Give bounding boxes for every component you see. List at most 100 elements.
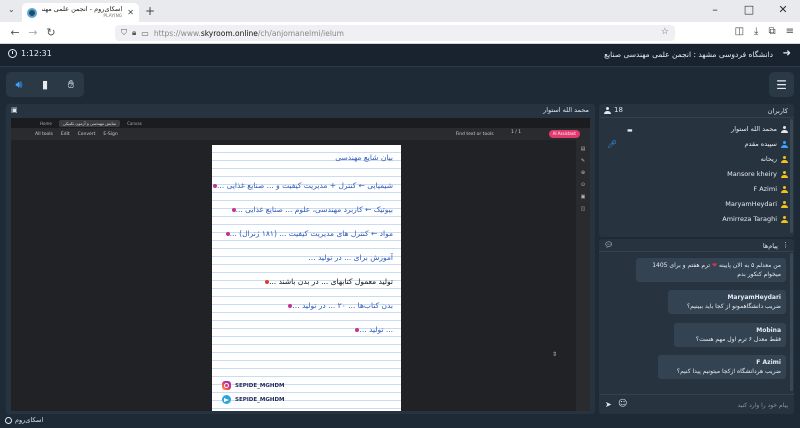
participant-name: محمد الله استوار bbox=[731, 125, 777, 133]
user-icon bbox=[781, 170, 788, 178]
emoji-icon[interactable]: ☺ bbox=[618, 399, 627, 409]
shared-tool-icon: ▣ bbox=[580, 194, 586, 200]
shared-page-label: 1 / 1 bbox=[511, 130, 522, 135]
telegram-handle: SEPIDE_MGHDM bbox=[222, 395, 285, 404]
handwritten-line: بدن کتاب‌ها ... ۲۰ ... در تولید ... bbox=[285, 301, 393, 310]
shield-icon[interactable]: ⛉ bbox=[121, 28, 127, 38]
send-icon[interactable]: ➤ bbox=[605, 400, 612, 409]
participant-row[interactable]: F Azimi bbox=[753, 185, 788, 193]
chat-message: MaryamHeydari ضریب دانشگاهمونو از کجا با… bbox=[668, 290, 786, 314]
screen-share-panel: ▣ محمد الله استوار Home نمایش مهندسی و آ… bbox=[6, 104, 595, 414]
microphone-icon[interactable]: 🎤︎ bbox=[607, 140, 617, 149]
skyroom-favicon-icon bbox=[27, 7, 37, 18]
user-icon bbox=[781, 200, 788, 208]
shared-app-sidebar: ▤ ✎ ⊕ ⊙ ▣ ◫ bbox=[576, 140, 590, 411]
shared-find-text: Find text or tools bbox=[455, 131, 494, 137]
participants-panel: 18 کاربران ▬ 🎤︎ محمد الله استوار سپیده م… bbox=[599, 104, 794, 237]
participant-name: Amirreza Taraghi bbox=[722, 215, 777, 223]
download-icon[interactable]: ⤓ bbox=[754, 26, 758, 37]
clock-icon bbox=[8, 49, 17, 58]
participant-row[interactable]: Amirreza Taraghi bbox=[722, 215, 788, 223]
participants-title: کاربران bbox=[767, 107, 788, 115]
participant-row[interactable]: سپیده مقدم bbox=[745, 140, 788, 148]
url-text[interactable]: https://www.skyroom.online/ch/anjomanelm… bbox=[154, 29, 344, 38]
chat-message-input[interactable] bbox=[633, 398, 788, 412]
participant-name: ریحانه bbox=[760, 155, 777, 163]
chat-sender-name: F Azimi bbox=[756, 359, 781, 366]
forward-arrow-icon[interactable]: → bbox=[24, 26, 42, 39]
tab-title: اسکای‌روم - انجمن علمی مهندسی صنایع bbox=[42, 5, 123, 13]
shared-screen: Home نمایش مهندسی و آزمون تکنیکی Canvas … bbox=[11, 118, 590, 411]
heart-icon: ❤ bbox=[712, 262, 718, 269]
room-title: دانشگاه فردوسی مشهد : انجمن علمی مهندسی … bbox=[604, 50, 773, 59]
participants-scrollbar[interactable] bbox=[790, 119, 793, 233]
participant-name: Mansore kheiry bbox=[727, 170, 777, 178]
handwritten-line: آموزش برای ... در تولید ... bbox=[308, 253, 393, 262]
instagram-handle: SEPIDE_MGHDM bbox=[222, 381, 285, 390]
user-icon bbox=[781, 185, 788, 193]
shared-tool-icon: ⊙ bbox=[580, 182, 586, 188]
participant-row[interactable]: Mansore kheiry bbox=[727, 170, 788, 178]
participants-header: 18 کاربران bbox=[599, 104, 794, 118]
bookmark-star-icon[interactable]: ☆ bbox=[661, 27, 669, 37]
handwritten-line: ... تولید ... bbox=[352, 325, 393, 334]
media-permission-icon[interactable]: ▭ bbox=[141, 29, 149, 38]
tab-playing-label: PLAYING bbox=[103, 13, 123, 19]
maximize-icon[interactable]: □ bbox=[732, 0, 766, 22]
close-window-icon[interactable]: ✕ bbox=[766, 0, 800, 22]
reload-icon[interactable]: ↻ bbox=[42, 26, 60, 39]
shared-menu-item: Convert bbox=[77, 131, 96, 137]
participant-name: MaryamHeydari bbox=[725, 200, 777, 208]
chat-bubble-icon: 💬︎ bbox=[604, 241, 613, 249]
user-icon bbox=[781, 215, 788, 223]
pocket-icon[interactable]: ◫ bbox=[735, 26, 744, 37]
raise-hand-icon[interactable]: ✋︎ bbox=[62, 76, 80, 94]
window-controls: – □ ✕ bbox=[698, 0, 800, 22]
handwritten-line: بیوتیک ← کاربرد مهندسی، علوم ... صنایع غ… bbox=[229, 205, 393, 214]
handwritten-line: بیان شایع مهندسی bbox=[335, 153, 393, 162]
browser-tab[interactable]: اسکای‌روم - انجمن علمی مهندسی صنایع PLAY… bbox=[22, 3, 139, 22]
file-icon[interactable]: ▮ bbox=[36, 76, 54, 94]
close-tab-icon[interactable]: ✕ bbox=[127, 8, 134, 17]
extensions-icon[interactable]: ⧉ bbox=[768, 26, 775, 37]
chat-panel: 💬︎ پیام‌ها ⋮ من معدلم ۵ به الان پایینه ❤… bbox=[599, 239, 794, 414]
chat-message: Mobina فقط معدل ۶ ترم اول مهم هست؟ bbox=[674, 323, 786, 347]
chat-message-text: ضریب دانشگاهمونو از کجا باید ببینیم؟ bbox=[686, 303, 781, 310]
speaker-icon[interactable]: 🔊︎ bbox=[10, 76, 28, 94]
shared-menu-item: E-Sign bbox=[103, 131, 118, 137]
media-tool-group: 🔊︎ ▮ ✋︎ bbox=[6, 72, 84, 97]
tab-list-dropdown-icon[interactable]: ⌄ bbox=[8, 5, 15, 14]
more-options-icon[interactable]: ⋮ bbox=[782, 241, 789, 249]
participant-name: F Azimi bbox=[753, 185, 777, 193]
participant-row[interactable]: ریحانه bbox=[761, 155, 788, 163]
presenter-board-icon: ▬ bbox=[627, 127, 633, 134]
shared-tool-icon: ⊕ bbox=[580, 170, 586, 176]
skyroom-logo-icon bbox=[5, 416, 12, 424]
lock-icon[interactable]: 🔒︎ bbox=[132, 28, 136, 38]
chat-message-text: فقط معدل ۶ ترم اول مهم هست؟ bbox=[695, 336, 781, 343]
back-arrow-icon[interactable]: ← bbox=[6, 26, 24, 39]
address-bar[interactable]: ⛉ 🔒︎ ▭ https://www.skyroom.online/ch/anj… bbox=[115, 25, 675, 41]
shared-tab: نمایش مهندسی و آزمون تکنیکی bbox=[58, 119, 121, 127]
participant-row[interactable]: محمد الله استوار bbox=[731, 125, 788, 133]
shared-ai-assistant-badge: AI Assistant bbox=[548, 130, 580, 138]
brand-name: اسکای‌روم bbox=[15, 416, 44, 424]
instagram-icon bbox=[222, 381, 231, 390]
chat-message: F Azimi ضریب هردانشگاه ازکجا میتونیم پید… bbox=[658, 355, 786, 379]
exit-arrow-icon[interactable]: ➜ bbox=[783, 48, 791, 59]
shared-tool-icon: ◫ bbox=[580, 206, 586, 212]
browser-menu-icon[interactable]: ≡ bbox=[786, 26, 794, 37]
hamburger-menu-icon[interactable]: ☰ bbox=[769, 72, 794, 97]
minimize-icon[interactable]: – bbox=[698, 0, 732, 22]
participant-row[interactable]: MaryamHeydari bbox=[725, 200, 788, 208]
participant-name: سپیده مقدم bbox=[744, 140, 777, 148]
shared-tab: Home bbox=[40, 120, 52, 126]
plus-icon[interactable]: + bbox=[145, 4, 155, 18]
handwritten-line: مواد ← کنترل های مدیریت کیفیت ... (۱۸۱ ژ… bbox=[223, 229, 393, 238]
presenter-name: محمد الله استوار bbox=[543, 106, 589, 114]
shared-tool-icon: ▤ bbox=[580, 146, 586, 152]
chat-scrollbar[interactable] bbox=[790, 253, 793, 391]
session-timer: 1:12:31 bbox=[8, 49, 52, 58]
shared-tool-icon: ✎ bbox=[580, 158, 586, 164]
chat-header: 💬︎ پیام‌ها ⋮ bbox=[599, 239, 794, 252]
